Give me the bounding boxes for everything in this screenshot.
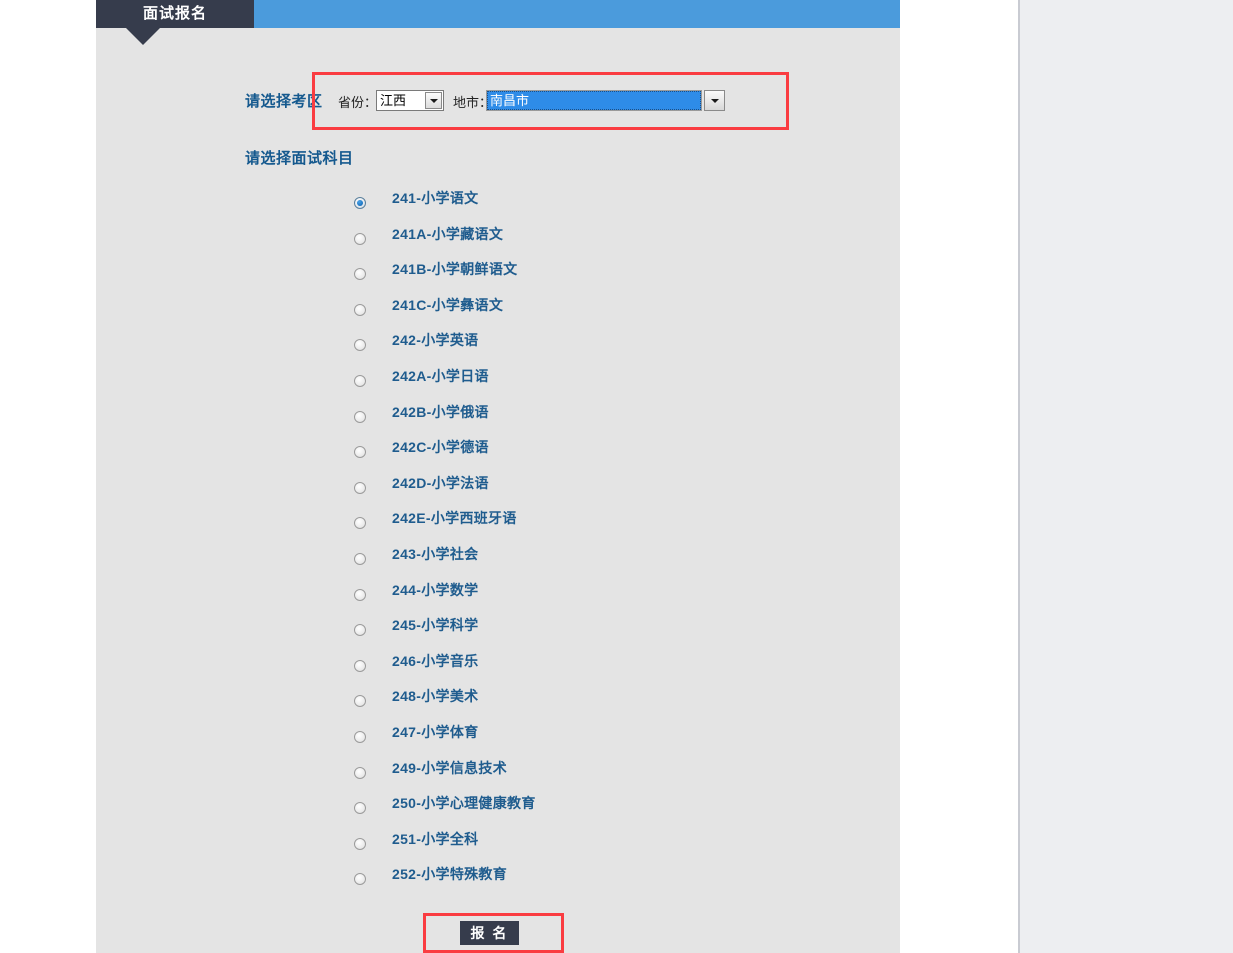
subject-option-row[interactable]: 242B-小学俄语 [350,402,800,438]
subject-option-label: 242D-小学法语 [392,474,489,491]
subject-option-row[interactable]: 249-小学信息技术 [350,758,800,794]
subject-option-label: 248-小学美术 [392,688,479,705]
tab-pointer-triangle [126,28,160,45]
subject-radio-button[interactable] [354,481,366,494]
city-select[interactable]: 南昌市 [486,90,702,111]
subject-option-label: 241A-小学藏语文 [392,225,504,242]
subject-option-label: 241C-小学彝语文 [392,296,504,313]
subject-option-row[interactable]: 241C-小学彝语文 [350,295,800,331]
subject-radio-button[interactable] [354,730,366,743]
subject-radio-button[interactable] [354,232,366,245]
chevron-down-icon[interactable] [425,92,442,109]
exam-area-section-label: 请选择考区 [245,93,323,110]
subject-radio-button[interactable] [354,446,366,459]
subject-option-row[interactable]: 242-小学英语 [350,330,800,366]
subject-option-row[interactable]: 243-小学社会 [350,544,800,580]
subject-radio-button[interactable] [354,624,366,637]
subject-radio-button[interactable] [354,410,366,423]
subject-option-label: 242B-小学俄语 [392,403,489,420]
subject-radio-button[interactable] [354,552,366,565]
subject-radio-button[interactable] [354,303,366,316]
subject-radio-button[interactable] [354,837,366,850]
subject-option-label: 242E-小学西班牙语 [392,510,517,527]
subject-option-row[interactable]: 242E-小学西班牙语 [350,508,800,544]
subject-option-row[interactable]: 241A-小学藏语文 [350,224,800,260]
subject-radio-button[interactable] [354,339,366,352]
subject-option-label: 245-小学科学 [392,617,479,634]
subject-section-label: 请选择面试科目 [245,150,354,167]
subject-option-row[interactable]: 250-小学心理健康教育 [350,793,800,829]
province-selected-value: 江西 [380,93,407,108]
chevron-down-icon[interactable] [704,90,725,111]
subject-option-label: 242C-小学德语 [392,439,489,456]
subject-option-row[interactable]: 246-小学音乐 [350,651,800,687]
subject-option-label: 246-小学音乐 [392,652,479,669]
subject-option-label: 249-小学信息技术 [392,759,508,776]
subject-option-row[interactable]: 247-小学体育 [350,722,800,758]
tab-interview-registration[interactable]: 面试报名 [96,0,254,28]
subject-option-row[interactable]: 244-小学数学 [350,580,800,616]
subject-option-label: 241-小学语文 [392,190,479,206]
subject-option-row[interactable]: 251-小学全科 [350,829,800,865]
subject-radio-button[interactable] [354,197,366,209]
subject-option-row[interactable]: 241B-小学朝鲜语文 [350,259,800,295]
province-label: 省份： [338,95,378,110]
subject-radio-button[interactable] [354,374,366,387]
subject-option-label: 252-小学特殊教育 [392,866,508,883]
city-selected-value: 南昌市 [487,91,701,110]
right-side-panel [1018,0,1233,953]
subject-option-label: 247-小学体育 [392,723,479,740]
subject-radio-button[interactable] [354,873,366,886]
subject-radio-button[interactable] [354,695,366,708]
subject-option-row[interactable]: 248-小学美术 [350,686,800,722]
subject-option-label: 242-小学英语 [392,332,479,349]
province-select[interactable]: 江西 [376,90,444,111]
subject-radio-button[interactable] [354,517,366,530]
subject-option-row[interactable]: 242A-小学日语 [350,366,800,402]
subject-option-row[interactable]: 245-小学科学 [350,615,800,651]
subject-option-label: 251-小学全科 [392,830,479,847]
submit-button[interactable]: 报 名 [460,921,519,945]
subject-option-label: 244-小学数学 [392,581,479,598]
subject-option-row[interactable]: 252-小学特殊教育 [350,864,800,900]
subject-option-row[interactable]: 241-小学语文 [350,188,800,224]
subject-option-label: 250-小学心理健康教育 [392,795,536,812]
subject-option-label: 243-小学社会 [392,545,479,562]
subject-option-label: 241B-小学朝鲜语文 [392,261,518,278]
subject-radio-button[interactable] [354,802,366,815]
subject-radio-list: 241-小学语文 241A-小学藏语文 241B-小学朝鲜语文 241C-小学彝语文 2… [350,188,800,900]
subject-radio-button[interactable] [354,588,366,601]
subject-radio-button[interactable] [354,268,366,281]
subject-option-row[interactable]: 242C-小学德语 [350,437,800,473]
subject-radio-button[interactable] [354,659,366,672]
subject-option-label: 242A-小学日语 [392,367,489,384]
subject-radio-button[interactable] [354,766,366,779]
subject-option-row[interactable]: 242D-小学法语 [350,473,800,509]
